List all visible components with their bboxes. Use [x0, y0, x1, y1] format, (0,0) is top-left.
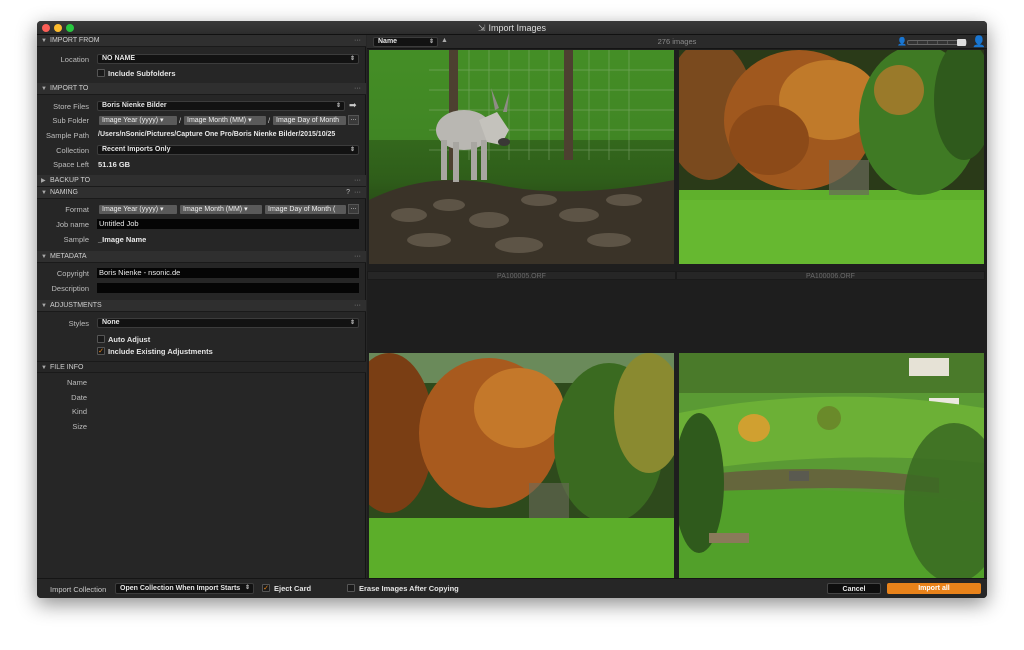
import-collection-label: Import Collection	[50, 585, 107, 594]
section-menu-icon[interactable]: ···	[354, 187, 361, 199]
import-collection-select[interactable]: Open Collection When Import Starts ⇕	[115, 583, 254, 594]
collection-label: Collection	[56, 146, 89, 155]
format-token-day[interactable]: Image Day of Month (	[265, 205, 346, 214]
sample-path-label: Sample Path	[46, 131, 89, 140]
thumbnail-image[interactable]	[369, 50, 674, 264]
settings-panel: ▼ IMPORT FROM ··· Location NO NAME ⇕ Inclu…	[37, 35, 366, 578]
copyright-input[interactable]: Boris Nienke - nsonic.de	[97, 268, 359, 278]
erase-images-label: Erase Images After Copying	[359, 584, 459, 593]
import-images-window: ⇲ Import Images ▼ IMPORT FROM ··· Location…	[37, 21, 987, 598]
collection-select[interactable]: Recent Imports Only ⇕	[97, 145, 359, 155]
updown-chevron-icon: ⇕	[349, 320, 355, 326]
job-name-input[interactable]: Untitled Job	[97, 219, 359, 229]
image-browser: Name ⇕ ▲ 276 images 👤 👤 PA100005.ORF PA1…	[367, 35, 987, 581]
sample-path-value: /Users/nSonic/Pictures/Capture One Pro/B…	[98, 131, 336, 138]
import-to-header[interactable]: ▼ IMPORT TO ···	[37, 83, 366, 95]
disclosure-down-icon: ▼	[41, 38, 47, 44]
checkmark-icon: ✓	[263, 585, 269, 592]
description-input[interactable]	[97, 283, 359, 293]
section-menu-icon[interactable]: ···	[354, 251, 361, 263]
job-name-label: Job name	[56, 220, 89, 229]
copyright-label: Copyright	[56, 269, 89, 278]
disclosure-down-icon: ▼	[41, 303, 47, 309]
footer-bar: Import Collection Open Collection When I…	[37, 578, 987, 598]
auto-adjust-checkbox[interactable]	[97, 335, 105, 343]
updown-chevron-icon: ⇕	[349, 56, 355, 62]
description-label: Description	[51, 284, 89, 293]
sub-folder-label: Sub Folder	[52, 116, 89, 125]
sub-folder-more-button[interactable]: ...	[348, 115, 359, 125]
thumbnail-image[interactable]	[679, 353, 984, 581]
path-separator: /	[179, 116, 182, 125]
eject-card-label: Eject Card	[274, 584, 312, 593]
import-icon: ⇲	[477, 23, 486, 33]
sub-folder-token-year[interactable]: Image Year (yyyy) ▾	[99, 116, 177, 125]
format-token-month[interactable]: Image Month (MM) ▾	[180, 205, 262, 214]
file-info-name-label: Name	[66, 378, 87, 387]
adjustments-header[interactable]: ▼ ADJUSTMENTS ···	[37, 300, 366, 312]
disclosure-down-icon: ▼	[41, 190, 47, 196]
format-label: Format	[65, 205, 89, 214]
include-existing-adjustments-checkbox[interactable]: ✓	[97, 347, 105, 355]
section-menu-icon[interactable]: ···	[354, 175, 361, 187]
eject-card-checkbox[interactable]: ✓	[262, 584, 270, 592]
erase-images-checkbox[interactable]	[347, 584, 355, 592]
sample-label: Sample	[63, 235, 89, 244]
thumbnail-caption: PA100006.ORF	[676, 271, 985, 280]
sub-folder-token-day[interactable]: Image Day of Month	[273, 116, 346, 125]
image-count: 276 images	[657, 37, 697, 46]
small-thumbnail-icon[interactable]: 👤	[897, 37, 907, 46]
reveal-arrow-icon[interactable]: ➡	[349, 100, 357, 111]
file-info-header[interactable]: ▼ FILE INFO	[37, 361, 366, 373]
section-menu-icon[interactable]: ···	[354, 300, 361, 312]
title-bar: ⇲ Import Images	[37, 21, 987, 35]
thumbnail-caption: PA100005.ORF	[367, 271, 676, 280]
format-more-button[interactable]: ...	[348, 204, 359, 214]
file-info-kind-label: Kind	[71, 407, 87, 416]
store-files-label: Store Files	[53, 102, 89, 111]
styles-label: Styles	[68, 319, 89, 328]
include-existing-adjustments-label: Include Existing Adjustments	[108, 347, 213, 356]
location-label: Location	[60, 55, 89, 64]
path-separator: /	[268, 116, 271, 125]
thumbnail-image[interactable]	[679, 50, 984, 264]
styles-select[interactable]: None ⇕	[97, 318, 359, 328]
space-left-label: Space Left	[53, 160, 89, 169]
help-icon[interactable]: ?	[346, 187, 350, 199]
thumbnail-size-knob[interactable]	[957, 39, 966, 46]
location-select[interactable]: NO NAME ⇕	[97, 54, 359, 64]
section-menu-icon[interactable]: ···	[354, 35, 361, 47]
auto-adjust-label: Auto Adjust	[108, 335, 151, 344]
sample-value: _Image Name	[98, 235, 147, 244]
import-all-button[interactable]: Import all	[887, 583, 981, 594]
disclosure-down-icon: ▼	[41, 86, 47, 92]
disclosure-down-icon: ▼	[41, 365, 47, 371]
disclosure-down-icon: ▼	[41, 254, 47, 260]
updown-chevron-icon: ⇕	[244, 585, 250, 591]
updown-chevron-icon: ⇕	[335, 103, 341, 109]
backup-to-header[interactable]: ▶ BACKUP TO ···	[37, 175, 366, 187]
disclosure-right-icon: ▶	[41, 178, 46, 184]
browser-toolbar: Name ⇕ ▲ 276 images 👤 👤	[367, 35, 987, 49]
import-from-header[interactable]: ▼ IMPORT FROM ···	[37, 35, 366, 47]
window-title: ⇲ Import Images	[477, 23, 547, 33]
checkmark-icon: ✓	[98, 348, 104, 355]
space-left-value: 51.16 GB	[98, 160, 131, 169]
metadata-header[interactable]: ▼ METADATA ···	[37, 251, 366, 263]
large-thumbnail-icon[interactable]: 👤	[972, 35, 986, 48]
file-info-date-label: Date	[71, 393, 87, 402]
format-token-year[interactable]: Image Year (yyyy) ▾	[99, 205, 177, 214]
section-menu-icon[interactable]: ···	[354, 83, 361, 95]
store-files-select[interactable]: Boris Nienke Bilder ⇕	[97, 101, 345, 111]
include-subfolders-checkbox[interactable]	[97, 69, 105, 77]
thumbnail-image[interactable]	[369, 353, 674, 581]
sub-folder-token-month[interactable]: Image Month (MM) ▾	[184, 116, 266, 125]
naming-header[interactable]: ▼ NAMING ? ···	[37, 187, 366, 199]
cancel-button[interactable]: Cancel	[827, 583, 881, 594]
updown-chevron-icon: ⇕	[349, 147, 355, 153]
include-subfolders-label: Include Subfolders	[108, 69, 176, 78]
file-info-size-label: Size	[72, 422, 87, 431]
